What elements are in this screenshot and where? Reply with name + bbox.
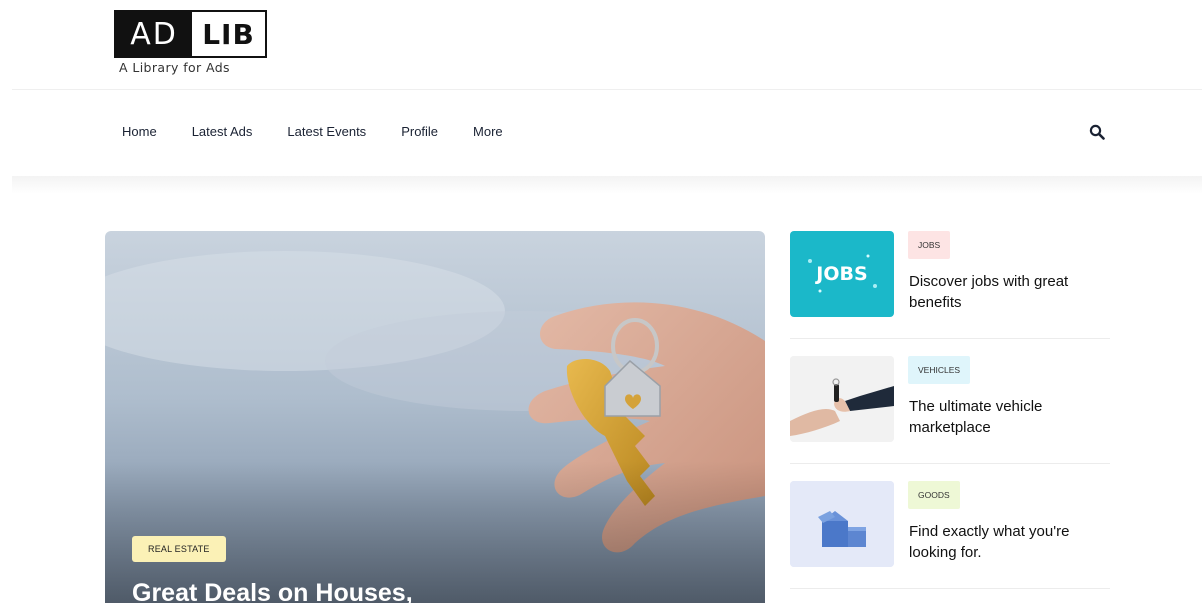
- main-nav: Home Latest Ads Latest Events Profile Mo…: [122, 124, 538, 139]
- nav-item-latest-ads[interactable]: Latest Ads: [192, 124, 253, 139]
- vehicles-image: [790, 356, 894, 442]
- category-badge[interactable]: GOODS: [908, 481, 960, 509]
- category-badge[interactable]: REAL ESTATE: [132, 536, 226, 562]
- nav-item-profile[interactable]: Profile: [401, 124, 438, 139]
- item-title[interactable]: Find exactly what you're looking for.: [909, 521, 1104, 563]
- list-item[interactable]: GOODS Find exactly what you're looking f…: [790, 481, 1110, 606]
- jobs-image: JOBS: [808, 254, 877, 293]
- category-badge[interactable]: JOBS: [908, 231, 951, 259]
- divider: [790, 588, 1110, 589]
- jobs-thumb-text: JOBS: [814, 263, 867, 285]
- logo-text-right: LIB: [192, 12, 265, 56]
- hero-card[interactable]: REAL ESTATE Great Deals on Houses,: [105, 231, 765, 603]
- nav-item-latest-events[interactable]: Latest Events: [287, 124, 366, 139]
- nav-shadow: [12, 176, 1202, 194]
- goods-thumbnail[interactable]: [790, 481, 894, 567]
- side-list: JOBS JOBS Discover jobs with great benef…: [790, 231, 1110, 606]
- item-title[interactable]: The ultimate vehicle marketplace: [909, 396, 1104, 438]
- item-title[interactable]: Discover jobs with great benefits: [909, 271, 1104, 313]
- header-divider: [12, 89, 1202, 90]
- goods-image: [790, 481, 894, 567]
- logo-tagline: A Library for Ads: [119, 60, 230, 75]
- vehicles-thumbnail[interactable]: [790, 356, 894, 442]
- list-item[interactable]: VEHICLES The ultimate vehicle marketplac…: [790, 356, 1110, 481]
- logo-box: AD LIB: [114, 10, 267, 58]
- nav-item-home[interactable]: Home: [122, 124, 157, 139]
- nav-item-more[interactable]: More: [473, 124, 503, 139]
- logo-text-left: AD: [116, 12, 192, 56]
- list-item[interactable]: JOBS JOBS Discover jobs with great benef…: [790, 231, 1110, 356]
- divider: [790, 338, 1110, 339]
- jobs-thumbnail[interactable]: JOBS: [790, 231, 894, 317]
- site-logo[interactable]: AD LIB A Library for Ads: [114, 10, 267, 75]
- hero-title[interactable]: Great Deals on Houses,: [132, 579, 413, 603]
- divider: [790, 463, 1110, 464]
- search-icon[interactable]: [1089, 124, 1105, 140]
- category-badge[interactable]: VEHICLES: [908, 356, 971, 384]
